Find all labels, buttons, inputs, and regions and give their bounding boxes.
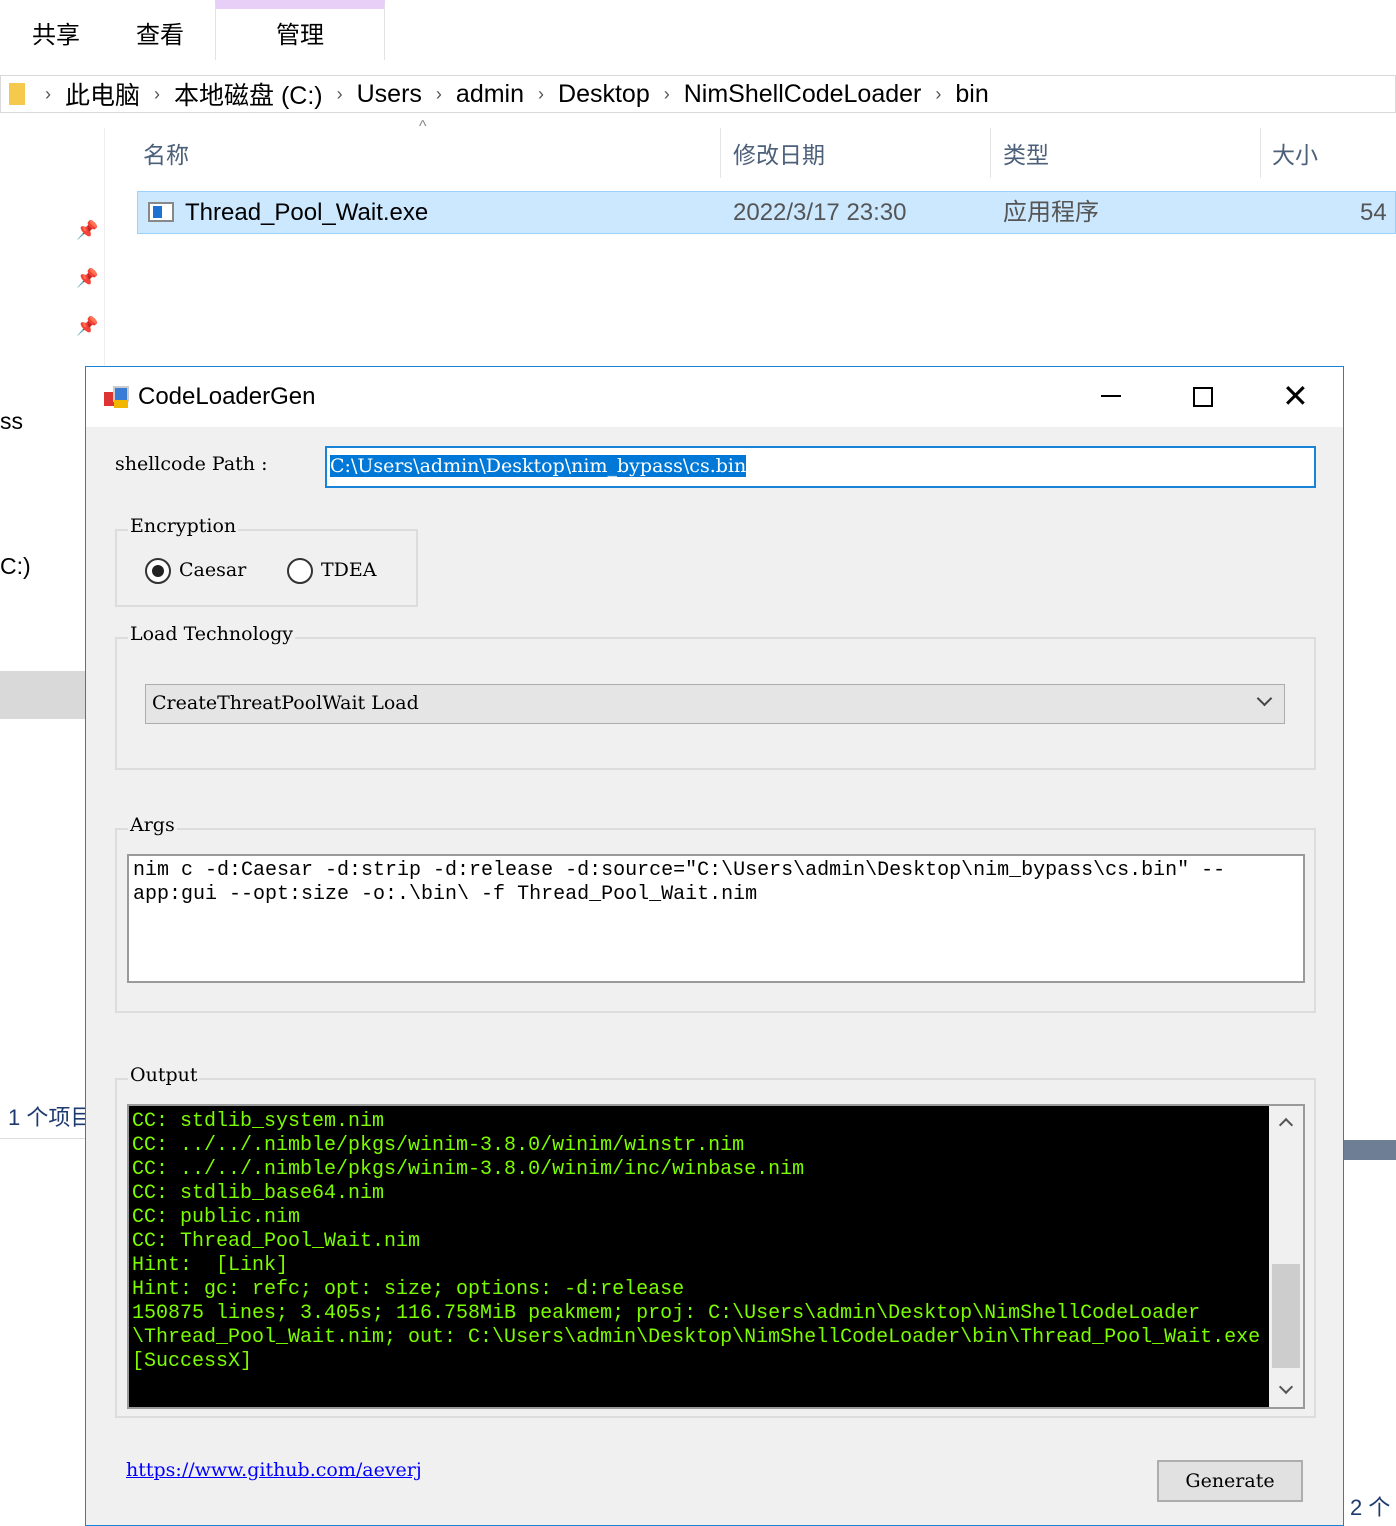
tab-view[interactable]: 查看 [124,0,196,60]
output-line: Hint: gc: refc; opt: size; options: -d:r… [132,1278,685,1301]
output-line: 150875 lines; 3.405s; 116.758MiB peakmem… [132,1302,1201,1325]
output-line: CC: stdlib_system.nim [132,1110,385,1133]
file-type: 应用程序 [1003,199,1099,226]
window-title: CodeLoaderGen [138,383,316,410]
chevron-icon: › [663,83,670,104]
output-line: CC: public.nim [132,1206,301,1229]
sort-up-icon: ^ [419,118,427,135]
caesar-label[interactable]: Caesar [179,559,246,581]
scroll-down-icon[interactable] [1278,1379,1294,1395]
load-technology-label: Load Technology [128,623,295,645]
path-label: shellcode Path : [115,453,268,475]
column-size[interactable]: 大小 [1272,130,1318,180]
breadcrumb-item[interactable]: admin [456,80,524,109]
folder-icon [9,83,25,105]
nav-item-fragment[interactable]: C:) [0,553,31,580]
file-row[interactable]: Thread_Pool_Wait.exe 2022/3/17 23:30 应用程… [137,191,1396,234]
breadcrumb-item[interactable]: 本地磁盘 (C:) [174,76,323,112]
column-name[interactable]: 名称 [143,130,189,180]
breadcrumb-item[interactable]: bin [955,80,988,109]
load-technology-select[interactable]: CreateThreatPoolWait Load [145,684,1285,724]
codeloadergen-window: CodeLoaderGen ✕ shellcode Path : C:\User… [85,366,1344,1526]
pin-icon[interactable]: 📌 [76,316,98,337]
maximize-button[interactable] [1193,387,1213,407]
address-bar[interactable]: › 此电脑 › 本地磁盘 (C:) › Users › admin › Desktop ›… [0,75,1396,113]
minimize-button[interactable] [1101,395,1121,397]
output-line: CC: Thread_Pool_Wait.nim [132,1230,421,1253]
chevron-icon: › [45,83,51,104]
args-textarea[interactable]: nim c -d:Caesar -d:strip -d:release -d:s… [127,854,1305,983]
breadcrumb-item[interactable]: NimShellCodeLoader [684,80,922,109]
column-divider[interactable] [990,128,991,178]
output-line: CC: stdlib_base64.nim [132,1182,385,1205]
chevron-icon: › [154,83,161,104]
tdea-label[interactable]: TDEA [321,559,377,581]
breadcrumb-item[interactable]: Desktop [558,80,650,109]
chevron-icon: › [935,83,942,104]
breadcrumb-item[interactable]: 此电脑 [65,76,140,112]
tab-share[interactable]: 共享 [20,0,92,60]
args-label: Args [128,814,177,836]
breadcrumb-item[interactable]: Users [357,80,422,109]
nav-divider [104,128,105,368]
status-item-count: 1 个项目 [8,1105,93,1130]
scroll-up-icon[interactable] [1278,1117,1294,1133]
caesar-radio[interactable] [145,558,171,584]
vertical-scrollbar[interactable] [1269,1106,1303,1407]
app-icon [104,384,130,410]
chevron-icon: › [538,83,545,104]
shellcode-path-input[interactable]: C:\Users\admin\Desktop\nim_bypass\cs.bin [325,446,1316,488]
status-item-count-2: 2 个 [1350,1495,1391,1520]
output-line: Hint: [Link] [132,1254,289,1277]
output-line: CC: ../../.nimble/pkgs/winim-3.8.0/winim… [132,1158,805,1181]
output-line: [SuccessX] [132,1350,253,1373]
output-console[interactable]: CC: stdlib_system.nim CC: ../../.nimble/… [127,1104,1305,1409]
background-window-edge [1343,1140,1396,1160]
selected-technology: CreateThreatPoolWait Load [152,692,419,714]
column-date[interactable]: 修改日期 [733,130,825,180]
args-line: nim c -d:Caesar -d:strip -d:release -d:s… [133,859,1226,882]
column-type[interactable]: 类型 [1003,130,1049,180]
tab-manage[interactable]: 管理 [215,0,385,60]
column-divider[interactable] [1260,128,1261,178]
file-size: 54 [1360,199,1387,226]
column-divider[interactable] [720,128,721,178]
output-line: \Thread_Pool_Wait.nim; out: C:\Users\adm… [132,1326,1261,1349]
chevron-icon: › [435,83,442,104]
output-label: Output [128,1064,200,1086]
github-link[interactable]: https://www.github.com/aeverj [126,1459,422,1481]
chevron-down-icon [1256,690,1273,707]
scrollbar-thumb[interactable] [1272,1264,1300,1368]
file-name: Thread_Pool_Wait.exe [185,199,429,226]
pin-icon[interactable]: 📌 [76,220,98,241]
generate-button[interactable]: Generate [1157,1460,1303,1502]
close-button[interactable]: ✕ [1282,377,1309,415]
pin-icon[interactable]: 📌 [76,268,98,289]
tdea-radio[interactable] [287,558,313,584]
path-value: C:\Users\admin\Desktop\nim_bypass\cs.bin [330,455,747,477]
nav-selected-item[interactable] [0,671,90,719]
args-line: app:gui --opt:size -o:.\bin\ -f Thread_P… [133,883,758,906]
file-date: 2022/3/17 23:30 [733,199,907,226]
nav-item-fragment[interactable]: ss [0,408,23,435]
output-line: CC: ../../.nimble/pkgs/winim-3.8.0/winim… [132,1134,745,1157]
encryption-label: Encryption [128,515,239,537]
exe-icon [148,202,174,222]
chevron-icon: › [336,83,343,104]
title-bar[interactable]: CodeLoaderGen ✕ [86,367,1343,427]
